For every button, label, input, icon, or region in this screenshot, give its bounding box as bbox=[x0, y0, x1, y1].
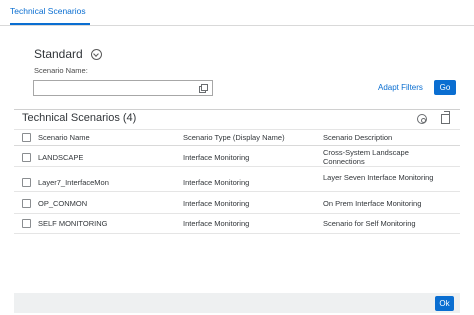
column-header-scenario-description[interactable]: Scenario Description bbox=[323, 133, 392, 142]
scenario-type-cell: Interface Monitoring bbox=[183, 199, 250, 208]
table-divider bbox=[14, 109, 460, 110]
adapt-filters-link[interactable]: Adapt Filters bbox=[378, 83, 423, 92]
table-row[interactable]: SELF MONITORING Interface Monitoring Sce… bbox=[14, 214, 460, 234]
scenario-type-cell: Interface Monitoring bbox=[183, 219, 250, 228]
footer-toolbar bbox=[14, 293, 460, 313]
scenario-description-cell: Layer Seven Interface Monitoring bbox=[323, 173, 434, 182]
row-checkbox[interactable] bbox=[22, 199, 31, 208]
scenario-name-input[interactable] bbox=[33, 80, 213, 96]
table-header-row: Scenario Name Scenario Type (Display Nam… bbox=[14, 129, 460, 146]
scenario-name-label: Scenario Name: bbox=[34, 66, 88, 75]
select-all-checkbox[interactable] bbox=[22, 133, 31, 142]
row-checkbox[interactable] bbox=[22, 219, 31, 228]
variant-title[interactable]: Standard bbox=[34, 47, 83, 61]
column-header-scenario-type[interactable]: Scenario Type (Display Name) bbox=[183, 133, 285, 142]
settings-icon[interactable] bbox=[417, 114, 427, 124]
row-checkbox[interactable] bbox=[22, 153, 31, 162]
scenario-description-cell: Scenario for Self Monitoring bbox=[323, 219, 416, 228]
row-checkbox[interactable] bbox=[22, 178, 31, 187]
tab-bar: Technical Scenarios bbox=[0, 0, 474, 26]
table-row[interactable]: LANDSCAPE Interface Monitoring Cross-Sys… bbox=[14, 147, 460, 167]
value-help-icon[interactable] bbox=[199, 84, 208, 93]
export-icon[interactable] bbox=[441, 111, 450, 124]
table-row[interactable]: OP_CONMON Interface Monitoring On Prem I… bbox=[14, 194, 460, 214]
scenario-name-cell: OP_CONMON bbox=[38, 199, 88, 208]
tab-technical-scenarios[interactable]: Technical Scenarios bbox=[10, 6, 86, 16]
scenario-description-cell: Cross-System Landscape Connections bbox=[323, 148, 409, 166]
tab-selected-indicator bbox=[10, 23, 90, 25]
scenario-type-cell: Interface Monitoring bbox=[183, 153, 250, 162]
column-header-scenario-name[interactable]: Scenario Name bbox=[38, 133, 90, 142]
go-button[interactable]: Go bbox=[434, 80, 456, 95]
scenario-type-cell: Interface Monitoring bbox=[183, 178, 250, 187]
scenario-name-cell: Layer7_InterfaceMon bbox=[38, 178, 109, 187]
scenario-name-cell: LANDSCAPE bbox=[38, 153, 84, 162]
ok-button[interactable]: Ok bbox=[435, 296, 454, 311]
scenario-description-cell: On Prem Interface Monitoring bbox=[323, 199, 422, 208]
table-row[interactable]: Layer7_InterfaceMon Interface Monitoring… bbox=[14, 172, 460, 192]
table-title: Technical Scenarios (4) bbox=[22, 112, 137, 124]
chevron-up-circle-icon[interactable] bbox=[90, 48, 102, 60]
variant-header: Standard bbox=[34, 47, 102, 61]
scenario-name-cell: SELF MONITORING bbox=[38, 219, 108, 228]
